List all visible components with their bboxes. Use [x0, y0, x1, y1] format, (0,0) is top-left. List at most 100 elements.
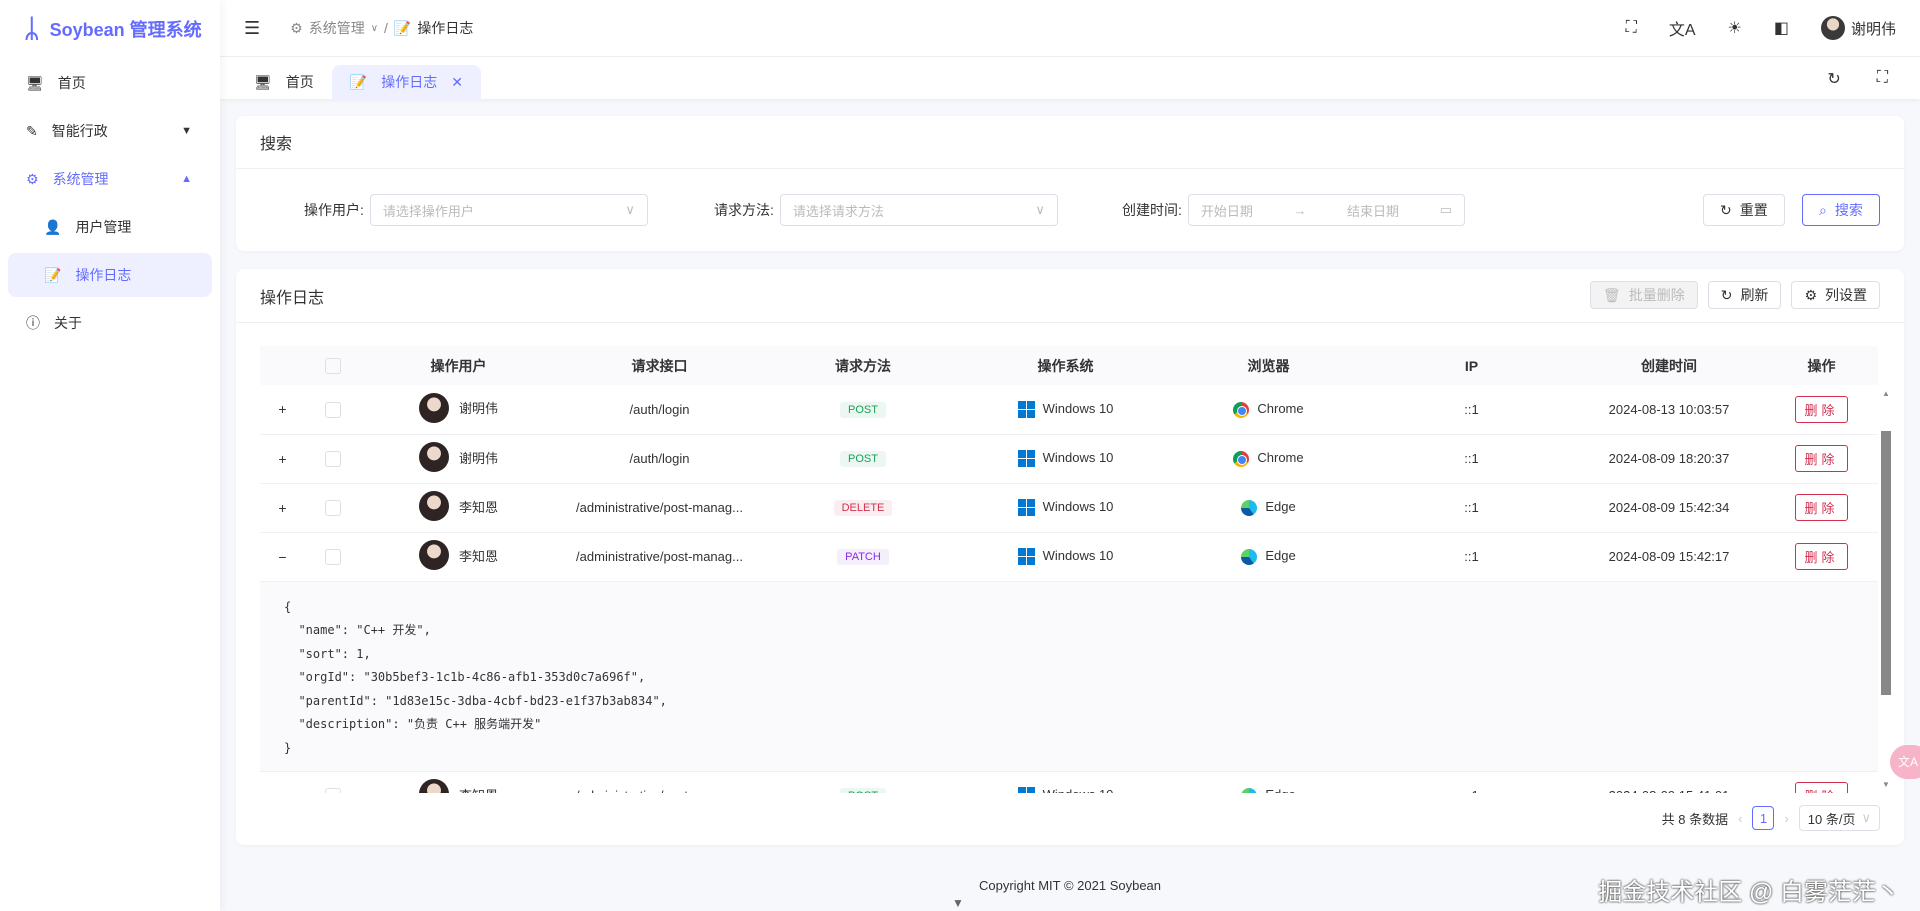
chevron-down-icon: ▼: [181, 125, 192, 137]
user-select[interactable]: 请选择操作用户 ∨: [369, 194, 648, 226]
windows-icon: [1017, 787, 1035, 793]
gear-icon: ⚙: [26, 170, 39, 187]
theme-config-icon[interactable]: ◧: [1774, 18, 1789, 38]
sidebar-item-label: 智能行政: [51, 123, 108, 139]
translate-float-button[interactable]: 文A: [1890, 745, 1920, 779]
api-cell: /administrative/post-manag...: [557, 532, 762, 582]
column-header: 创建时间: [1573, 346, 1765, 385]
user-cell: 谢明伟: [458, 450, 498, 466]
chrome-icon: [1233, 450, 1250, 467]
reset-button[interactable]: ↻ 重置: [1703, 194, 1785, 226]
avatar: [418, 779, 449, 793]
expand-toggle[interactable]: −: [278, 549, 286, 565]
delete-button[interactable]: 删除: [1795, 395, 1848, 423]
sidebar-item-about[interactable]: ⓘ 关于: [8, 301, 212, 345]
table-row: + 李知恩 /administrative/post-manag... DELE…: [260, 483, 1878, 533]
fullscreen-icon[interactable]: ⛶: [1877, 69, 1888, 89]
reload-icon[interactable]: ↻: [1827, 69, 1840, 89]
column-header: 请求接口: [557, 346, 762, 385]
sidebar-item-label: 用户管理: [75, 219, 132, 235]
table-body-scroll[interactable]: + 谢明伟 /auth/login POST Windows 10 Chrome…: [260, 385, 1878, 793]
avatar: [418, 540, 449, 570]
scroll-up-icon[interactable]: ▲: [1880, 389, 1892, 398]
app-logo[interactable]: ᛦ Soybean 管理系统: [0, 0, 220, 57]
refresh-button[interactable]: ↻ 刷新: [1707, 281, 1782, 309]
ip-cell: ::1: [1370, 532, 1573, 582]
chevron-up-icon: ▲: [181, 173, 192, 185]
row-checkbox[interactable]: [324, 401, 341, 418]
table-scrollbar[interactable]: ▲ ▼: [1880, 385, 1892, 793]
search-title: 搜索: [236, 116, 1904, 169]
table-row: + 谢明伟 /auth/login POST Windows 10 Chrome…: [260, 385, 1878, 435]
select-all-checkbox[interactable]: [324, 358, 341, 375]
expand-toggle[interactable]: +: [278, 451, 286, 467]
sidebar-item-home[interactable]: 🖥 首页: [8, 61, 212, 105]
method-placeholder: 请选择请求方法: [792, 203, 884, 219]
reset-label: 重置: [1739, 202, 1768, 218]
menu-collapse-icon[interactable]: ☰: [244, 18, 260, 39]
expand-toggle[interactable]: +: [278, 788, 286, 794]
row-checkbox[interactable]: [324, 450, 341, 467]
breadcrumb-item[interactable]: 系统管理: [309, 18, 365, 38]
app-title: Soybean 管理系统: [49, 19, 202, 40]
chevron-down-icon: ∨: [625, 202, 635, 217]
sidebar-item-admin[interactable]: ✎ 智能行政 ▼: [8, 109, 212, 153]
tab-oplog[interactable]: 📝 操作日志 ✕: [331, 65, 481, 99]
page-1[interactable]: 1: [1752, 806, 1775, 830]
scrollbar-thumb[interactable]: [1881, 431, 1891, 695]
sun-icon[interactable]: ☀: [1728, 18, 1742, 38]
browser-cell: Edge: [1265, 548, 1296, 564]
api-cell: /administrative/post-manag...: [557, 483, 762, 533]
edge-icon: [1241, 499, 1258, 516]
search-button[interactable]: ⌕ 搜索: [1802, 194, 1880, 226]
next-page-icon[interactable]: ›: [1784, 811, 1788, 826]
tab-home[interactable]: 🖥 首页: [236, 65, 332, 99]
avatar: [418, 442, 449, 472]
api-cell: /auth/login: [557, 434, 762, 484]
delete-button[interactable]: 删除: [1795, 445, 1848, 472]
date-range-picker[interactable]: 开始日期 → 结束日期 ▭: [1187, 194, 1465, 226]
fullscreen-icon[interactable]: ⛶: [1626, 19, 1637, 37]
search-icon: ⌕: [1819, 201, 1827, 218]
ip-cell: ::1: [1370, 771, 1573, 793]
method-tag: PATCH: [837, 549, 889, 565]
delete-button[interactable]: 删除: [1795, 782, 1848, 793]
column-header: 操作: [1765, 346, 1878, 385]
sidebar-item-oplog[interactable]: 📝 操作日志: [8, 253, 212, 297]
method-select[interactable]: 请选择请求方法 ∨: [779, 194, 1058, 226]
user-menu[interactable]: 谢明伟: [1820, 16, 1896, 40]
time-cell: 2024-08-09 18:20:37: [1573, 434, 1765, 484]
breadcrumb: ⚙ 系统管理 ∨ / 📝 操作日志: [290, 18, 473, 38]
delete-button[interactable]: 删除: [1795, 543, 1848, 570]
breadcrumb-item: 操作日志: [417, 20, 474, 36]
row-checkbox[interactable]: [324, 499, 341, 516]
expand-toggle[interactable]: +: [278, 500, 286, 516]
prev-page-icon[interactable]: ‹: [1738, 811, 1742, 826]
chevron-down-icon: ∨: [1035, 202, 1045, 217]
pagination: 共 8 条数据 ‹ 1 › 10 条/页 ∨: [1662, 805, 1880, 831]
row-checkbox[interactable]: [324, 787, 341, 793]
batch-delete-button[interactable]: 🗑 批量删除: [1589, 281, 1698, 309]
sidebar-item-label: 操作日志: [75, 267, 132, 283]
expand-toggle[interactable]: +: [278, 401, 286, 417]
page-size-select[interactable]: 10 条/页 ∨: [1798, 805, 1880, 831]
sidebar-item-system[interactable]: ⚙ 系统管理 ▲: [8, 157, 212, 201]
edge-icon: [1241, 787, 1258, 793]
reload-icon: ↻: [1720, 201, 1732, 218]
row-checkbox[interactable]: [324, 548, 341, 565]
start-date: 开始日期: [1200, 203, 1253, 219]
delete-button[interactable]: 删除: [1795, 494, 1848, 521]
expanded-row: { "name": "C++ 开发", "sort": 1, "orgId": …: [260, 581, 1878, 772]
edit-doc-icon: 📝: [44, 266, 62, 283]
column-settings-label: 列设置: [1825, 287, 1867, 303]
scroll-down-icon[interactable]: ▼: [952, 896, 964, 910]
avatar: [418, 392, 449, 423]
translate-icon[interactable]: 文A: [1669, 16, 1696, 40]
sidebar-item-users[interactable]: 👤 用户管理: [8, 205, 212, 249]
column-settings-button[interactable]: ⚙ 列设置: [1791, 281, 1880, 309]
close-icon[interactable]: ✕: [451, 74, 463, 91]
scroll-down-icon[interactable]: ▼: [1880, 780, 1892, 789]
page-size-label: 10 条/页: [1807, 811, 1856, 827]
user-cell: 李知恩: [458, 548, 498, 564]
monitor-icon: 🖥: [26, 74, 44, 91]
